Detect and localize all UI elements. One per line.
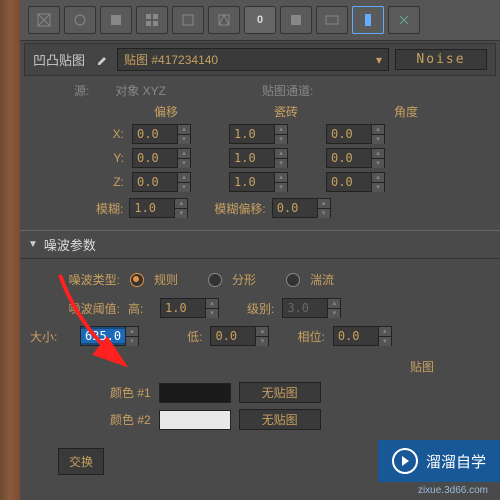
blur-spinner[interactable]: 1.0▴▾ [129, 198, 188, 218]
noise-type-label: 噪波类型: [30, 271, 120, 288]
z-tile-spinner[interactable]: 1.0▴▾ [229, 172, 288, 192]
color1-label: 颜色 #1 [110, 384, 151, 401]
toolbar-btn-5[interactable] [172, 6, 204, 34]
size-row: 大小: 635.0▴▾ 低: 0.0▴▾ 相位: 0.0▴▾ [30, 322, 490, 350]
toolbar-num[interactable]: 0 [244, 6, 276, 34]
noise-type-row: 噪波类型: 规则 分形 湍流 [30, 265, 490, 294]
phase-spinner[interactable]: 0.0▴▾ [333, 326, 392, 346]
axis-x: X: [106, 127, 124, 141]
y-tile-spinner[interactable]: 1.0▴▾ [229, 148, 288, 168]
toolbar: 0 [20, 0, 500, 41]
swap-button[interactable]: 交换 [58, 448, 104, 475]
low-label: 低: [187, 328, 202, 345]
coord-row-x: X: 0.0▴▾ 1.0▴▾ 0.0▴▾ [26, 122, 494, 146]
color2-label: 颜色 #2 [110, 411, 151, 428]
watermark: 溜溜自学 [378, 440, 500, 482]
radio-turbulence[interactable] [286, 273, 300, 287]
bluroffset-label: 模糊偏移: [214, 200, 265, 217]
map-name: 贴图 #417234140 [124, 51, 218, 68]
toolbar-btn-3[interactable] [100, 6, 132, 34]
map-column-label: 贴图 [30, 358, 490, 379]
threshold-high-row: 噪波阈值: 高: 1.0▴▾ 级别: 3.0▴▾ [30, 294, 490, 322]
noise-type-button[interactable]: Noise [395, 49, 487, 70]
radio-regular-label: 规则 [154, 271, 178, 288]
bluroffset-spinner[interactable]: 0.0▴▾ [272, 198, 331, 218]
noise-params: 噪波类型: 规则 分形 湍流 噪波阈值: 高: 1.0▴▾ 级别: 3.0▴▾ … [20, 259, 500, 439]
threshold-label: 噪波阈值: [30, 300, 120, 317]
axis-z: Z: [106, 175, 124, 189]
blur-row: 模糊: 1.0▴▾ 模糊偏移: 0.0▴▾ [26, 194, 494, 222]
levels-label: 级别: [247, 300, 274, 317]
color2-map-button[interactable]: 无贴图 [239, 409, 321, 430]
color2-swatch[interactable] [159, 410, 231, 430]
z-angle-spinner[interactable]: 0.0▴▾ [326, 172, 385, 192]
dropdown-arrow-icon: ▾ [376, 53, 382, 67]
low-spinner[interactable]: 0.0▴▾ [210, 326, 269, 346]
rollout-arrow-icon: ▼ [28, 239, 38, 250]
size-spinner[interactable]: 635.0▴▾ [80, 326, 139, 346]
map-dropdown[interactable]: 贴图 #417234140 ▾ [117, 48, 389, 71]
coords-section: 源: 对象 XYZ 贴图通道: 偏移 瓷砖 角度 X: 0.0▴▾ 1.0▴▾ … [26, 80, 494, 222]
coord-row-y: Y: 0.0▴▾ 1.0▴▾ 0.0▴▾ [26, 146, 494, 170]
watermark-text: 溜溜自学 [426, 451, 486, 472]
y-offset-spinner[interactable]: 0.0▴▾ [132, 148, 191, 168]
color1-row: 颜色 #1 无贴图 [30, 379, 490, 406]
radio-fractal-label: 分形 [232, 271, 256, 288]
color-map-section: 贴图 颜色 #1 无贴图 颜色 #2 无贴图 [30, 358, 490, 433]
y-angle-spinner[interactable]: 0.0▴▾ [326, 148, 385, 168]
x-offset-spinner[interactable]: 0.0▴▾ [132, 124, 191, 144]
coords-headers: 偏移 瓷砖 角度 [26, 101, 494, 122]
tile-header: 瓷砖 [256, 103, 316, 120]
radio-regular[interactable] [130, 273, 144, 287]
source-value: 对象 XYZ [115, 82, 166, 99]
color1-map-button[interactable]: 无贴图 [239, 382, 321, 403]
toolbar-btn-10[interactable] [388, 6, 420, 34]
toolbar-btn-4[interactable] [136, 6, 168, 34]
toolbar-btn-1[interactable] [28, 6, 60, 34]
source-label: 源: [74, 82, 89, 99]
color2-row: 颜色 #2 无贴图 [30, 406, 490, 433]
levels-spinner: 3.0▴▾ [282, 298, 341, 318]
blur-label: 模糊: [96, 200, 123, 217]
high-spinner[interactable]: 1.0▴▾ [160, 298, 219, 318]
size-label: 大小: [30, 328, 72, 345]
offset-header: 偏移 [136, 103, 196, 120]
axis-y: Y: [106, 151, 124, 165]
map-header: 凹凸贴图 贴图 #417234140 ▾ Noise [24, 43, 496, 76]
x-tile-spinner[interactable]: 1.0▴▾ [229, 124, 288, 144]
channel-label: 贴图通道: [262, 82, 313, 99]
noise-rollout-title: 噪波参数 [44, 235, 96, 254]
toolbar-btn-2[interactable] [64, 6, 96, 34]
rollout-title: 凹凸贴图 [33, 50, 85, 69]
x-angle-spinner[interactable]: 0.0▴▾ [326, 124, 385, 144]
phase-label: 相位: [297, 328, 324, 345]
toolbar-btn-9[interactable] [352, 6, 384, 34]
toolbar-btn-6[interactable] [208, 6, 240, 34]
radio-fractal[interactable] [208, 273, 222, 287]
color1-swatch[interactable] [159, 383, 231, 403]
angle-header: 角度 [376, 103, 436, 120]
toolbar-btn-8[interactable] [316, 6, 348, 34]
coord-row-z: Z: 0.0▴▾ 1.0▴▾ 0.0▴▾ [26, 170, 494, 194]
watermark-url: zixue.3d66.com [418, 485, 488, 496]
z-offset-spinner[interactable]: 0.0▴▾ [132, 172, 191, 192]
toolbar-btn-7[interactable] [280, 6, 312, 34]
noise-rollout-header[interactable]: ▼ 噪波参数 [20, 230, 500, 259]
high-label: 高: [128, 300, 152, 317]
play-icon [392, 448, 418, 474]
radio-turbulence-label: 湍流 [310, 271, 334, 288]
eyedropper-icon[interactable] [91, 50, 111, 70]
